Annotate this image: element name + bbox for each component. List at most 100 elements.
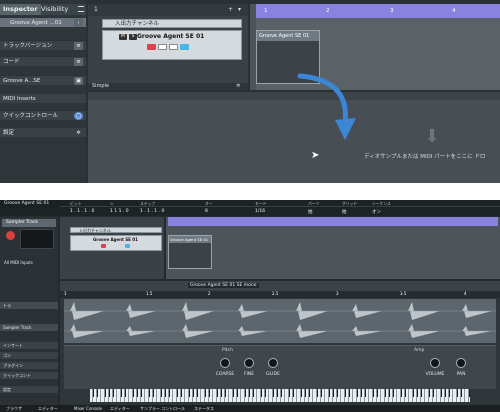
white-key[interactable] bbox=[266, 389, 269, 402]
inspector-row-quick-controls[interactable]: クイックコントロール ◯ bbox=[0, 110, 86, 120]
info-value[interactable]: 拍 bbox=[342, 209, 347, 215]
inspector-track-header[interactable]: Sampler Track bbox=[2, 219, 56, 227]
white-key[interactable] bbox=[422, 389, 425, 402]
white-key[interactable] bbox=[98, 389, 101, 402]
inspector-row[interactable]: トラ bbox=[0, 301, 58, 309]
white-key[interactable] bbox=[142, 389, 145, 402]
inspector-row[interactable]: ゴン bbox=[0, 351, 58, 359]
info-value[interactable]: オン bbox=[372, 209, 381, 215]
status-tab[interactable]: エディター bbox=[38, 406, 58, 412]
instrument-button[interactable] bbox=[180, 44, 189, 50]
inspector-row-midi-inserts[interactable]: MIDI Inserts bbox=[0, 93, 86, 103]
inspector-row[interactable]: Sampler Track bbox=[0, 323, 58, 331]
editor-toolbar-title[interactable]: Groove Agent SE 01 SE mono bbox=[188, 283, 259, 288]
waveform-display[interactable] bbox=[64, 299, 496, 343]
mute-button[interactable]: M bbox=[119, 34, 127, 40]
inspector-row-versions[interactable]: トラックバージョン ≡ bbox=[0, 40, 86, 50]
add-track-button[interactable]: + bbox=[228, 4, 233, 16]
midi-clip[interactable]: Groove Agent SE 01 bbox=[168, 235, 212, 269]
white-key[interactable] bbox=[366, 389, 369, 402]
black-key[interactable] bbox=[469, 389, 470, 397]
coarse-knob[interactable] bbox=[220, 358, 230, 368]
white-key[interactable] bbox=[462, 389, 465, 402]
inspector-row-settings[interactable]: 設定 ✲ bbox=[0, 127, 86, 137]
dropdown-icon[interactable]: ▾ bbox=[238, 4, 241, 16]
volume-label: VOLUME bbox=[425, 372, 445, 377]
instrument-track[interactable]: Groove Agent SE 01 bbox=[70, 235, 162, 251]
info-value[interactable]: 1 . 1 . 1 . 0 bbox=[140, 209, 164, 214]
info-value[interactable]: 拍 bbox=[308, 209, 313, 215]
white-key[interactable] bbox=[210, 389, 213, 402]
inspector-row[interactable]: インサート bbox=[0, 341, 58, 349]
status-tab[interactable]: サンプラー コントロール bbox=[140, 406, 185, 412]
white-key[interactable] bbox=[310, 389, 313, 402]
midi-input-label[interactable]: All MIDI Inputs bbox=[4, 260, 33, 265]
monitor-button[interactable] bbox=[158, 44, 167, 50]
status-tab[interactable]: エディター bbox=[110, 406, 130, 412]
inspector-row-instrument[interactable]: Groove A...SE ▣ bbox=[0, 75, 86, 85]
white-key[interactable] bbox=[322, 389, 325, 402]
record-enable-button[interactable] bbox=[6, 231, 15, 240]
info-value[interactable]: 1 1 1 . 0 bbox=[110, 209, 129, 214]
instrument-track[interactable]: Groove Agent SE 01 M S bbox=[102, 30, 242, 60]
folder-track[interactable]: 入出力チャンネル bbox=[70, 227, 162, 233]
record-button[interactable] bbox=[147, 44, 156, 50]
white-key[interactable] bbox=[394, 389, 397, 402]
info-value[interactable]: 8 bbox=[205, 209, 208, 214]
keyboard[interactable] bbox=[90, 389, 470, 402]
white-key[interactable] bbox=[378, 389, 381, 402]
power-icon[interactable]: ◯ bbox=[74, 112, 83, 120]
info-value[interactable]: 1 . 1 . 1 . 0 bbox=[70, 209, 94, 214]
white-key[interactable] bbox=[434, 389, 437, 402]
white-key[interactable] bbox=[170, 389, 173, 402]
tab-inspector[interactable]: Inspector bbox=[0, 4, 41, 15]
white-key[interactable] bbox=[114, 389, 117, 402]
project-area: 1 2 3 4 Groove Agent SE 01 bbox=[250, 4, 500, 90]
white-key[interactable] bbox=[294, 389, 297, 402]
inspector-row-chord[interactable]: コード ≡ bbox=[0, 56, 86, 66]
white-key[interactable] bbox=[182, 389, 185, 402]
gear-icon[interactable]: ✲ bbox=[74, 129, 83, 137]
white-key[interactable] bbox=[238, 389, 241, 402]
solo-button[interactable]: S bbox=[129, 34, 137, 40]
edit-instrument-icon[interactable]: ▣ bbox=[74, 77, 83, 85]
white-key[interactable] bbox=[198, 389, 201, 402]
instrument-button[interactable] bbox=[125, 244, 130, 248]
inspector-track-row[interactable]: Groove Agent ...01 › bbox=[0, 17, 86, 27]
gear-icon[interactable]: ✲ bbox=[236, 83, 240, 90]
chord-icon[interactable]: ≡ bbox=[74, 58, 83, 66]
white-key[interactable] bbox=[282, 389, 285, 402]
editor-ruler[interactable]: 1 1.5 2 2.5 3 3.5 4 bbox=[60, 291, 500, 298]
white-key[interactable] bbox=[350, 389, 353, 402]
white-key[interactable] bbox=[254, 389, 257, 402]
inspector-row[interactable]: 設定 bbox=[0, 385, 58, 393]
ruler-mark: 2 bbox=[326, 8, 330, 14]
inspector-row[interactable]: プラグイン bbox=[0, 361, 58, 369]
version-icon[interactable]: ≡ bbox=[74, 42, 83, 50]
status-tab[interactable]: ブラウザ bbox=[6, 406, 22, 412]
white-key[interactable] bbox=[450, 389, 453, 402]
chevron-right-icon[interactable]: › bbox=[74, 19, 83, 27]
status-tab[interactable]: ステータス bbox=[194, 406, 214, 412]
white-key[interactable] bbox=[338, 389, 341, 402]
row-label: インサート bbox=[3, 343, 23, 348]
glide-knob[interactable] bbox=[268, 358, 278, 368]
inspector-row[interactable]: クイックコント bbox=[0, 371, 58, 379]
status-tab[interactable]: Mixer Console bbox=[74, 406, 102, 411]
hamburger-icon[interactable] bbox=[78, 6, 84, 12]
white-key[interactable] bbox=[154, 389, 157, 402]
pan-knob[interactable] bbox=[456, 358, 466, 368]
white-key[interactable] bbox=[406, 389, 409, 402]
fine-knob[interactable] bbox=[244, 358, 254, 368]
ruler-mark: 1.5 bbox=[146, 291, 153, 296]
volume-knob[interactable] bbox=[430, 358, 440, 368]
tab-visibility[interactable]: Visibility bbox=[38, 4, 71, 15]
folder-track[interactable]: 入出力チャンネル bbox=[102, 19, 242, 28]
ruler[interactable]: 1 2 3 4 bbox=[256, 4, 500, 18]
edit-button[interactable] bbox=[169, 44, 178, 50]
record-button[interactable] bbox=[101, 244, 106, 248]
info-value[interactable]: 1/16 bbox=[255, 209, 265, 214]
white-key[interactable] bbox=[226, 389, 229, 402]
white-key[interactable] bbox=[126, 389, 129, 402]
ruler[interactable] bbox=[168, 217, 498, 226]
